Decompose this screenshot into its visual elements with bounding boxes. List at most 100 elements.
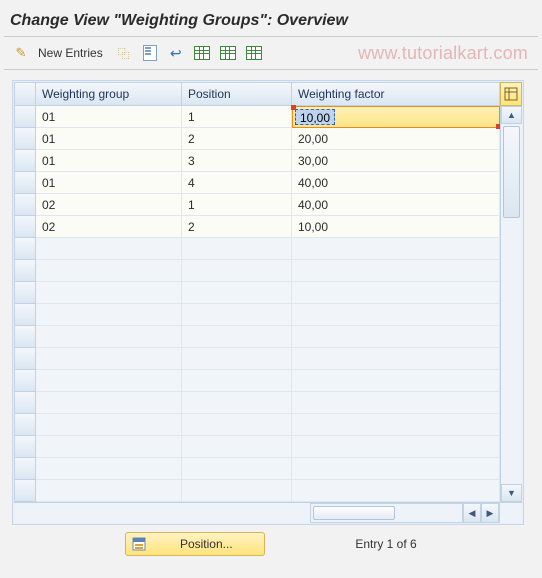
- cell-empty[interactable]: [36, 348, 182, 370]
- row-selector[interactable]: [14, 128, 36, 150]
- row-selector[interactable]: [14, 458, 36, 480]
- cell-empty[interactable]: [182, 326, 292, 348]
- column-header-position[interactable]: Position: [182, 82, 292, 106]
- cell-empty[interactable]: [182, 238, 292, 260]
- scroll-left-btn[interactable]: ◀: [463, 503, 481, 523]
- cell-weighting-group[interactable]: 01: [36, 150, 182, 172]
- row-selector[interactable]: [14, 282, 36, 304]
- cell-position[interactable]: 2: [182, 128, 292, 150]
- cell-empty[interactable]: [36, 282, 182, 304]
- cell-empty[interactable]: [292, 282, 500, 304]
- cell-weighting-factor[interactable]: 40,00: [292, 194, 500, 216]
- cell-empty[interactable]: [182, 282, 292, 304]
- select-block-button[interactable]: [217, 42, 239, 64]
- row-selector[interactable]: [14, 194, 36, 216]
- table-settings-button[interactable]: [500, 82, 522, 106]
- row-selector[interactable]: [14, 436, 36, 458]
- cell-empty[interactable]: [292, 414, 500, 436]
- cell-empty[interactable]: [36, 260, 182, 282]
- column-header-weighting-group[interactable]: Weighting group: [36, 82, 182, 106]
- cell-empty[interactable]: [292, 238, 500, 260]
- deselect-all-button[interactable]: [243, 42, 265, 64]
- row-selector[interactable]: [14, 106, 36, 128]
- vertical-scrollbar[interactable]: ▲ ▼: [500, 106, 522, 502]
- row-selector[interactable]: [14, 348, 36, 370]
- cell-position[interactable]: 1: [182, 106, 292, 128]
- cell-empty[interactable]: [182, 260, 292, 282]
- cell-weighting-factor[interactable]: 40,00: [292, 172, 500, 194]
- row-selector[interactable]: [14, 260, 36, 282]
- copy-as-button[interactable]: [113, 42, 135, 64]
- select-all-button[interactable]: [191, 42, 213, 64]
- scroll-right-btn[interactable]: ▶: [481, 503, 499, 523]
- cell-empty[interactable]: [36, 304, 182, 326]
- scroll-down-btn[interactable]: ▼: [501, 484, 522, 502]
- cell-empty[interactable]: [292, 458, 500, 480]
- cell-empty[interactable]: [36, 458, 182, 480]
- cell-weighting-group[interactable]: 02: [36, 216, 182, 238]
- cell-empty[interactable]: [182, 370, 292, 392]
- row-selector[interactable]: [14, 304, 36, 326]
- vscroll-thumb[interactable]: [503, 126, 520, 218]
- row-selector[interactable]: [14, 392, 36, 414]
- column-header-weighting-factor[interactable]: Weighting factor: [292, 82, 500, 106]
- cell-weighting-group[interactable]: 02: [36, 194, 182, 216]
- cell-empty[interactable]: [182, 436, 292, 458]
- cell-empty[interactable]: [182, 392, 292, 414]
- document-icon: [143, 45, 157, 61]
- cell-empty[interactable]: [36, 326, 182, 348]
- cell-empty[interactable]: [182, 458, 292, 480]
- cell-position[interactable]: 1: [182, 194, 292, 216]
- cell-empty[interactable]: [292, 370, 500, 392]
- cell-weighting-factor[interactable]: 30,00: [292, 150, 500, 172]
- cell-empty[interactable]: [36, 480, 182, 502]
- grid-body: 01110,0001220,0001330,0001440,0002140,00…: [14, 106, 522, 502]
- cell-empty[interactable]: [292, 326, 500, 348]
- table-row: 01330,00: [14, 150, 500, 172]
- cell-empty[interactable]: [182, 304, 292, 326]
- select-all-corner[interactable]: [14, 82, 36, 106]
- cell-position[interactable]: 3: [182, 150, 292, 172]
- cell-empty[interactable]: [182, 480, 292, 502]
- position-button[interactable]: Position...: [125, 532, 265, 556]
- vscroll-track[interactable]: [501, 124, 522, 484]
- cell-position[interactable]: 4: [182, 172, 292, 194]
- cell-empty[interactable]: [182, 348, 292, 370]
- cell-weighting-factor[interactable]: 20,00: [292, 128, 500, 150]
- row-selector[interactable]: [14, 480, 36, 502]
- selected-cell-value[interactable]: 10,00: [295, 109, 335, 125]
- cell-empty[interactable]: [292, 436, 500, 458]
- row-selector[interactable]: [14, 326, 36, 348]
- table-row: [14, 238, 500, 260]
- cell-empty[interactable]: [36, 238, 182, 260]
- hscroll-thumb[interactable]: [313, 506, 395, 520]
- cell-empty[interactable]: [36, 436, 182, 458]
- new-entries-button[interactable]: New Entries: [36, 44, 109, 62]
- cell-weighting-group[interactable]: 01: [36, 106, 182, 128]
- cell-weighting-group[interactable]: 01: [36, 172, 182, 194]
- undo-button[interactable]: [165, 42, 187, 64]
- row-selector[interactable]: [14, 172, 36, 194]
- row-selector[interactable]: [14, 150, 36, 172]
- cell-empty[interactable]: [292, 304, 500, 326]
- cell-empty[interactable]: [182, 414, 292, 436]
- change-display-button[interactable]: [10, 42, 32, 64]
- row-selector[interactable]: [14, 414, 36, 436]
- scroll-up-btn[interactable]: ▲: [501, 106, 522, 124]
- delete-button[interactable]: [139, 42, 161, 64]
- cell-empty[interactable]: [292, 392, 500, 414]
- cell-empty[interactable]: [292, 348, 500, 370]
- cell-weighting-factor[interactable]: 10,00: [292, 216, 500, 238]
- row-selector[interactable]: [14, 216, 36, 238]
- cell-empty[interactable]: [292, 260, 500, 282]
- row-selector[interactable]: [14, 370, 36, 392]
- cell-weighting-group[interactable]: 01: [36, 128, 182, 150]
- cell-empty[interactable]: [36, 392, 182, 414]
- cell-empty[interactable]: [292, 480, 500, 502]
- cell-position[interactable]: 2: [182, 216, 292, 238]
- cell-empty[interactable]: [36, 370, 182, 392]
- hscroll-track[interactable]: [310, 503, 463, 523]
- cell-empty[interactable]: [36, 414, 182, 436]
- cell-weighting-factor[interactable]: 10,00: [292, 106, 500, 128]
- row-selector[interactable]: [14, 238, 36, 260]
